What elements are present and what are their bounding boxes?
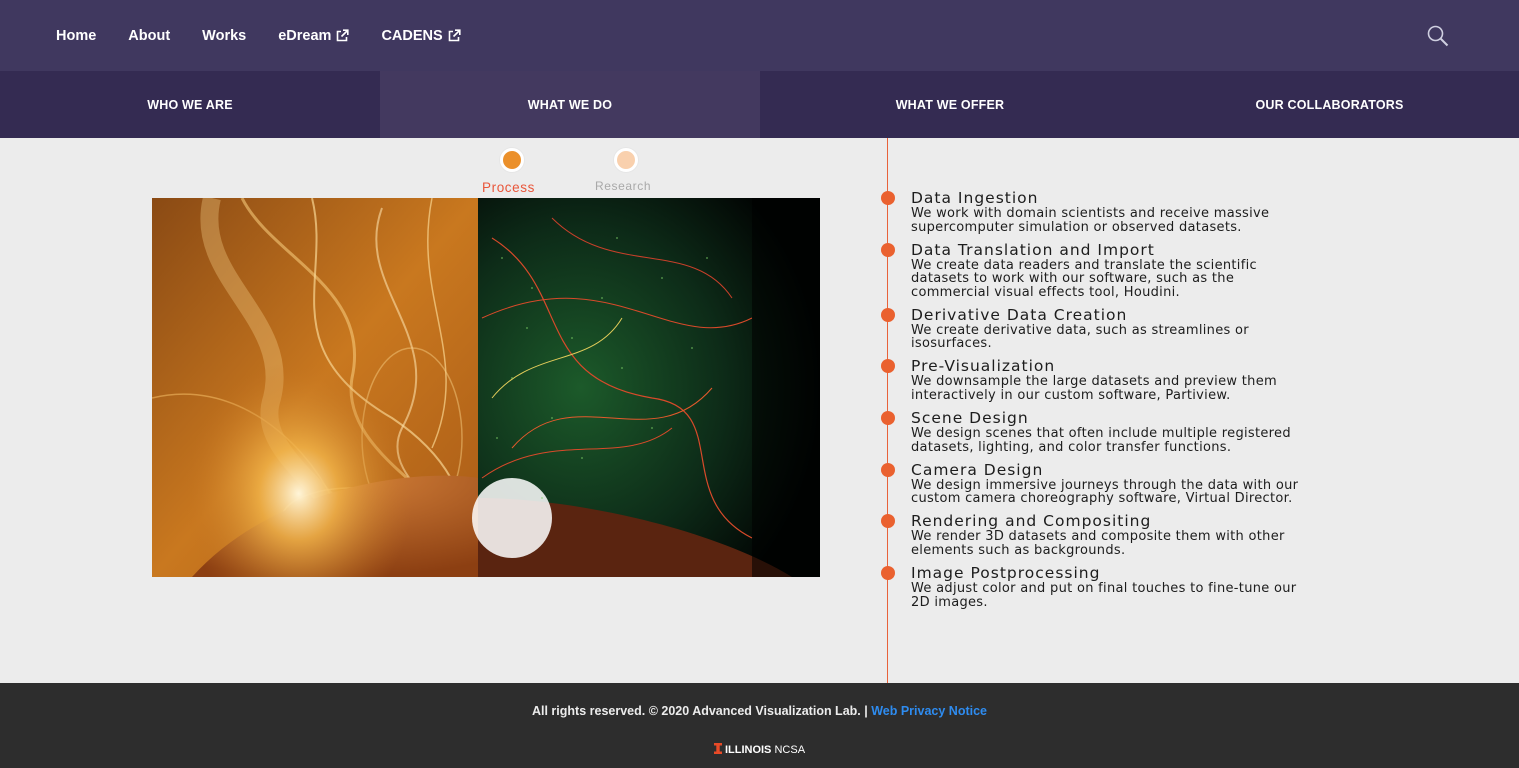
step-desc-line: interactively in our custom software, Pa…: [911, 387, 1231, 403]
process-step: Scene Design We design scenes that often…: [880, 410, 1400, 462]
footer: All rights reserved. © 2020 Advanced Vis…: [0, 683, 1519, 768]
solar-visualization-graphic: [152, 198, 820, 577]
nav-works[interactable]: Works: [202, 28, 246, 44]
step-title: Derivative Data Creation: [911, 305, 1128, 324]
nav-edream[interactable]: eDream: [278, 27, 350, 44]
step-title: Camera Design: [911, 460, 1044, 479]
tab-our-collaborators[interactable]: OUR COLLABORATORS: [1140, 71, 1519, 138]
step-desc-line: isosurfaces.: [911, 336, 992, 352]
step-desc-line: datasets, lighting, and color transfer f…: [911, 439, 1232, 455]
tab-who-we-are[interactable]: WHO WE ARE: [0, 71, 380, 138]
nav-about-label: About: [128, 27, 171, 44]
step-bullet: [881, 242, 895, 257]
process-step: Data Ingestion We work with domain scien…: [880, 190, 1400, 242]
illinois-logo-icon: [713, 743, 722, 754]
process-steps-list: Data Ingestion We work with domain scien…: [880, 190, 1400, 617]
nav-home-label: Home: [56, 27, 97, 44]
nav-about[interactable]: About: [128, 28, 170, 44]
nav-works-label: Works: [202, 27, 247, 44]
privacy-link[interactable]: Web Privacy Notice: [871, 704, 987, 718]
nav-links: Home About Works eDream CADENS: [56, 0, 493, 71]
step-bullet: [881, 566, 895, 581]
nav-cadens[interactable]: CADENS: [381, 27, 461, 44]
step-bullet: [881, 307, 895, 322]
step-desc-line: elements such as backgrounds.: [911, 542, 1126, 558]
external-link-icon: [337, 29, 350, 42]
step-desc-line: We design immersive journeys through the…: [911, 477, 1299, 493]
research-toggle-label[interactable]: Research: [595, 179, 651, 193]
nav-home[interactable]: Home: [56, 28, 96, 44]
step-desc-line: We design scenes that often include mult…: [911, 426, 1291, 442]
section-tabs: WHO WE ARE WHAT WE DO WHAT WE OFFER OUR …: [0, 71, 1519, 138]
tab-what-we-offer[interactable]: WHAT WE OFFER: [760, 71, 1140, 138]
step-title: Data Translation and Import: [911, 240, 1155, 259]
tab-label: WHO WE ARE: [147, 97, 233, 112]
nav-edream-label: eDream: [278, 27, 332, 44]
step-desc-line: commercial visual effects tool, Houdini.: [911, 284, 1180, 300]
copyright-text: All rights reserved. © 2020 Advanced Vis…: [531, 704, 872, 718]
top-navbar: Home About Works eDream CADENS: [0, 0, 1519, 71]
tab-label: OUR COLLABORATORS: [1255, 97, 1404, 112]
external-link-icon: [448, 29, 461, 42]
brand-illinois: ILLINOIS: [724, 744, 772, 756]
process-step: Data Translation and Import We create da…: [880, 240, 1400, 307]
search-icon[interactable]: [1426, 24, 1450, 48]
process-step: Derivative Data Creation We create deriv…: [880, 305, 1400, 359]
step-desc-line: custom camera choreography software, Vir…: [911, 491, 1293, 507]
tab-label: WHAT WE DO: [527, 97, 613, 112]
step-title: Image Postprocessing: [911, 564, 1101, 583]
step-bullet: [881, 514, 895, 529]
step-desc-line: datasets to work with our software, such…: [911, 271, 1235, 287]
step-bullet: [881, 411, 895, 426]
brand-ncsa: NCSA: [774, 744, 806, 756]
step-title: Pre-Visualization: [911, 357, 1056, 376]
step-title: Rendering and Compositing: [911, 512, 1152, 531]
process-step: Pre-Visualization We downsample the larg…: [880, 358, 1400, 410]
footer-brand: ILLINOIS NCSA: [0, 743, 1519, 756]
main-content: Process Research Data Ingestion We work …: [0, 138, 1519, 683]
process-step: Image Postprocessing We adjust color and…: [880, 565, 1400, 617]
tab-label: WHAT WE OFFER: [895, 97, 1005, 112]
step-desc-line: supercomputer simulation or observed dat…: [911, 219, 1242, 235]
process-toggle-label[interactable]: Process: [482, 180, 535, 195]
step-title: Scene Design: [911, 409, 1029, 428]
step-desc-line: We work with domain scientists and recei…: [911, 206, 1270, 221]
research-toggle-dot[interactable]: [614, 148, 638, 172]
step-bullet: [881, 462, 895, 477]
step-bullet: [881, 191, 895, 205]
step-desc-line: We adjust color and put on final touches…: [911, 581, 1297, 597]
tab-what-we-do[interactable]: WHAT WE DO: [380, 71, 760, 138]
visualization-image: [152, 198, 820, 577]
step-desc-line: We create data readers and translate the…: [911, 257, 1257, 273]
footer-copyright: All rights reserved. © 2020 Advanced Vis…: [0, 704, 1519, 718]
process-step: Rendering and Compositing We render 3D d…: [880, 513, 1400, 565]
nav-cadens-label: CADENS: [381, 27, 443, 44]
step-bullet: [881, 359, 895, 374]
step-desc-line: We render 3D datasets and composite them…: [911, 529, 1285, 545]
step-desc-line: We create derivative data, such as strea…: [911, 322, 1249, 338]
process-toggle-dot[interactable]: [500, 148, 524, 172]
step-title: Data Ingestion: [911, 189, 1039, 207]
process-step: Camera Design We design immersive journe…: [880, 460, 1400, 514]
step-desc-line: We downsample the large datasets and pre…: [911, 374, 1277, 390]
step-desc-line: 2D images.: [911, 594, 988, 610]
